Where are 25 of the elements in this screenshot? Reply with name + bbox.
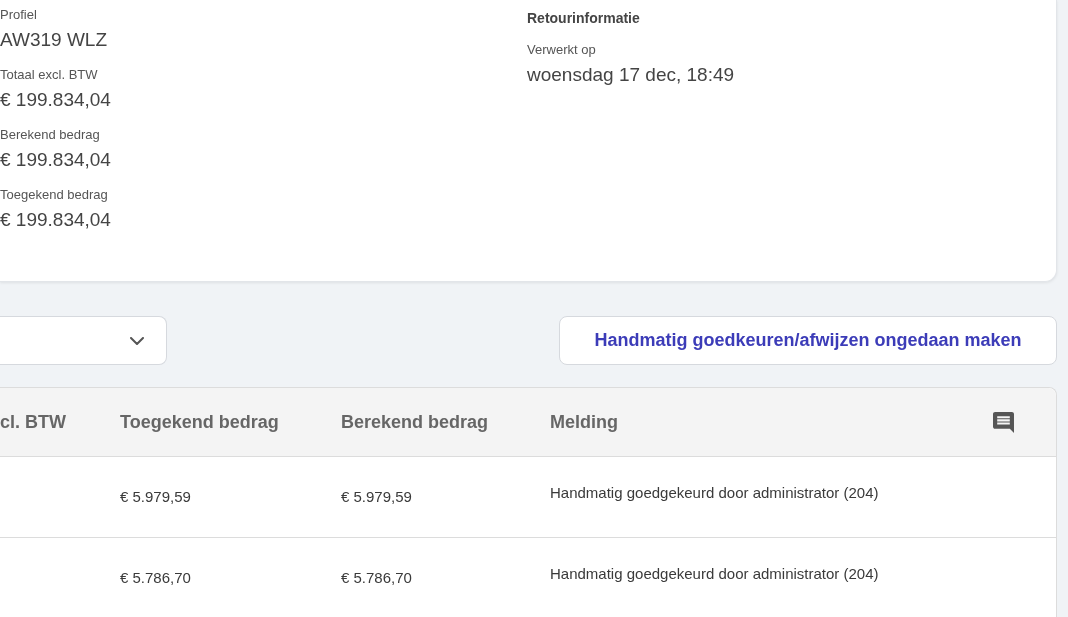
field-label: Totaal excl. BTW	[0, 66, 98, 84]
column-header[interactable]: Melding	[550, 408, 618, 436]
section-title: Retourinformatie	[527, 9, 640, 27]
table-cell-text: Handmatig goedgekeurd door administrator (204)	[550, 482, 879, 503]
field-value: woensdag 17 dec, 18:49	[527, 63, 735, 87]
field-label: Profiel	[0, 6, 37, 24]
column-header[interactable]: Toegekend bedrag	[120, 408, 279, 436]
column-header[interactable]: cl. BTW	[0, 408, 66, 436]
field-label: Berekend bedrag	[0, 126, 100, 144]
table-cell-text: € 5.786,70	[120, 567, 191, 588]
table-cell-text: € 5.786,70	[341, 567, 412, 588]
field-label: Verwerkt op	[527, 41, 596, 59]
table-cell-text: € 5.979,59	[120, 486, 191, 507]
filter-dropdown[interactable]	[0, 316, 167, 365]
field-value: AW319 WLZ	[0, 28, 107, 52]
table-cell-text: € 5.979,59	[341, 486, 412, 507]
field-label: Toegekend bedrag	[0, 186, 108, 204]
chevron-down-icon	[130, 336, 144, 345]
comment-icon	[993, 411, 1014, 433]
field-value: € 199.834,04	[0, 148, 111, 172]
field-value: € 199.834,04	[0, 208, 111, 232]
table-cell-text: Handmatig goedgekeurd door administrator (204)	[550, 563, 879, 584]
undo-button[interactable]: Handmatig goedkeuren/afwijzen ongedaan maken	[559, 316, 1057, 365]
field-value: € 199.834,04	[0, 88, 111, 112]
column-header[interactable]: Berekend bedrag	[341, 408, 489, 436]
